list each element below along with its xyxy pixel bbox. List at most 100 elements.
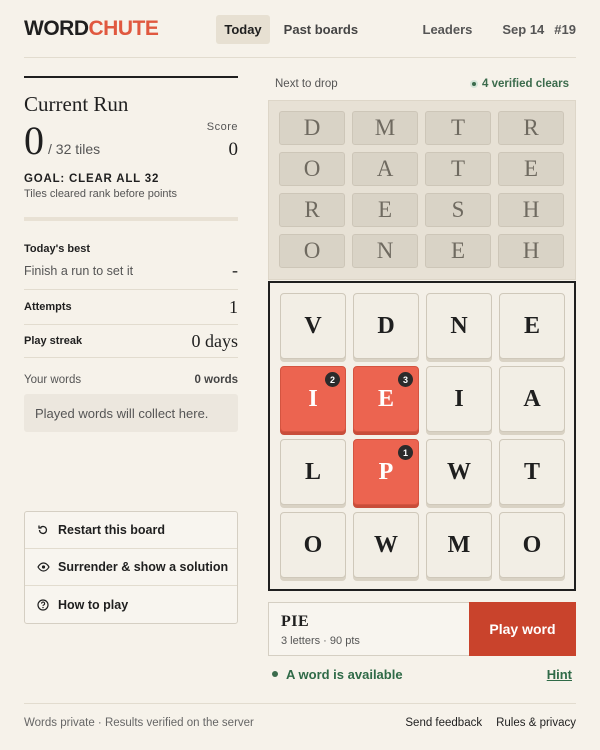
logo-chute: CHUTE — [88, 17, 159, 40]
send-feedback-link[interactable]: Send feedback — [405, 717, 482, 729]
tile-letter: N — [450, 312, 468, 339]
tile-letter: O — [522, 531, 542, 558]
queue-tile: A — [352, 152, 418, 186]
score-box: Score 0 — [207, 121, 239, 161]
stat-attempts: Attempts 1 — [24, 290, 238, 325]
board-tile[interactable]: N — [426, 293, 492, 359]
your-words-label: Your words — [24, 374, 82, 386]
total-tiles: / 32 tiles — [48, 141, 101, 157]
verified-text: 4 verified clears — [482, 78, 569, 90]
availability-text: A word is available — [286, 666, 403, 682]
stat-streak: Play streak 0 days — [24, 325, 238, 358]
current-word-bar: PIE 3 letters · 90 pts Play word — [268, 602, 576, 656]
footer-note: Words private · Results verified on the … — [24, 717, 254, 729]
eye-icon — [36, 560, 50, 574]
queue-tile: R — [279, 193, 345, 227]
run-title: Current Run — [24, 92, 129, 116]
queue-tile: M — [352, 111, 418, 145]
board-tile[interactable]: D — [353, 293, 419, 359]
best-label: Today's best — [24, 243, 90, 255]
queue-tile: H — [498, 234, 564, 268]
nav-leaders[interactable]: Leaders — [423, 22, 473, 37]
availability-row: A word is available Hint — [268, 666, 576, 682]
current-word: PIE — [281, 613, 310, 630]
attempts-label: Attempts — [24, 301, 72, 313]
footer: Words private · Results verified on the … — [24, 717, 576, 729]
your-words-count: 0 words — [194, 374, 238, 386]
board-tile[interactable]: O — [280, 512, 346, 578]
queue-tile: H — [498, 193, 564, 227]
how-to-play-label: How to play — [58, 597, 129, 612]
score-row: 0 / 32 tiles Score 0 — [24, 121, 238, 161]
rules-privacy-link[interactable]: Rules & privacy — [496, 717, 576, 729]
score-value: 0 — [228, 139, 239, 160]
queue-tile: E — [352, 193, 418, 227]
tile-letter: E — [523, 312, 540, 339]
tile-letter: D — [377, 312, 395, 339]
board-tile-selected[interactable]: E3 — [353, 366, 419, 432]
footer-divider — [24, 703, 576, 704]
tile-letter: V — [304, 312, 322, 339]
board-tile[interactable]: I — [426, 366, 492, 432]
board-tile[interactable]: L — [280, 439, 346, 505]
run-panel: Current Run 0 / 32 tiles Score 0 GOAL: C… — [24, 76, 238, 432]
board-tile[interactable]: V — [280, 293, 346, 359]
how-to-play-button[interactable]: How to play — [25, 586, 237, 623]
goal-subtext: Tiles cleared rank before points — [24, 188, 178, 200]
board-tile[interactable]: E — [499, 293, 565, 359]
nav-today[interactable]: Today — [216, 14, 270, 44]
tile-letter: O — [303, 531, 323, 558]
header-right: Leaders Sep 14 #19 — [423, 22, 577, 37]
selection-order-badge: 1 — [398, 445, 413, 460]
queue-tile: T — [425, 111, 491, 145]
logo-word: WORD — [24, 17, 89, 40]
tile-letter: P — [378, 458, 394, 485]
board-tile[interactable]: M — [426, 512, 492, 578]
tile-letter: W — [374, 531, 398, 558]
queue-tile: D — [279, 111, 345, 145]
hint-link[interactable]: Hint — [547, 667, 572, 682]
surrender-button[interactable]: Surrender & show a solution — [25, 549, 237, 586]
tile-letter: L — [304, 458, 321, 485]
queue-tile: E — [498, 152, 564, 186]
verified-dot-icon — [470, 80, 479, 88]
board-tile[interactable]: O — [499, 512, 565, 578]
board-tile[interactable]: A — [499, 366, 565, 432]
verified-clears: 4 verified clears — [470, 78, 569, 90]
nav-past-boards[interactable]: Past boards — [276, 15, 366, 44]
queue-tile: N — [352, 234, 418, 268]
play-word-button[interactable]: Play word — [469, 602, 576, 656]
score-label: Score — [206, 121, 238, 133]
stat-todays-best: Today's best Finish a run to set it - — [24, 243, 238, 290]
logo[interactable]: WORDCHUTE — [24, 17, 159, 41]
queue-tile: R — [498, 111, 564, 145]
queue-tile: T — [425, 152, 491, 186]
tile-letter: I — [308, 385, 318, 412]
queue-tile: O — [279, 152, 345, 186]
streak-value: 0 days — [191, 330, 239, 351]
best-value: - — [232, 260, 238, 280]
stats: Today's best Finish a run to set it - At… — [24, 243, 238, 358]
board-tile-selected[interactable]: P1 — [353, 439, 419, 505]
board-tile[interactable]: T — [499, 439, 565, 505]
restart-icon — [36, 523, 50, 537]
board-date: Sep 14 — [502, 21, 545, 37]
restart-label: Restart this board — [58, 523, 165, 537]
cleared-count: 0 — [24, 118, 44, 163]
restart-button[interactable]: Restart this board — [25, 512, 237, 549]
game-board: VDNEI2E3IALP1WTOWMO — [268, 281, 576, 591]
queue-tile: S — [425, 193, 491, 227]
next-to-drop-label: Next to drop — [275, 78, 338, 90]
tile-letter: W — [447, 458, 471, 485]
surrender-label: Surrender & show a solution — [58, 560, 229, 574]
streak-label: Play streak — [24, 335, 83, 347]
help-icon — [36, 598, 50, 612]
board-tile[interactable]: W — [353, 512, 419, 578]
tile-letter: I — [454, 385, 464, 412]
board-tile[interactable]: W — [426, 439, 492, 505]
header-divider — [24, 57, 576, 58]
drop-header: Next to drop 4 verified clears — [268, 76, 576, 92]
tile-letter: T — [523, 458, 540, 485]
board-tile-selected[interactable]: I2 — [280, 366, 346, 432]
top-bar: WORDCHUTE Today Past boards Leaders Sep … — [24, 14, 576, 44]
